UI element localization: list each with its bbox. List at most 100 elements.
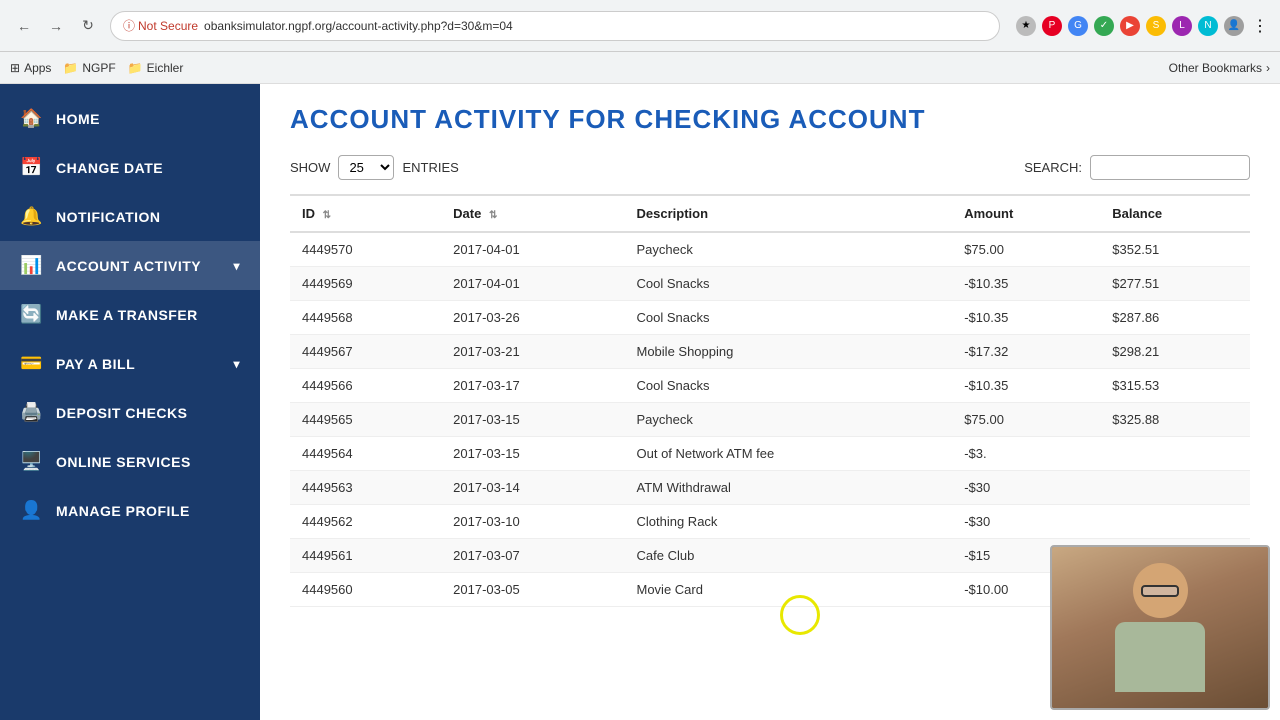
cell-description: Cafe Club <box>625 539 953 573</box>
ext-icon-2[interactable]: ✓ <box>1094 16 1114 36</box>
activity-icon: 📊 <box>20 255 42 276</box>
sidebar-item-online-services-label: ONLINE SERVICES <box>56 454 191 470</box>
person-shape <box>1115 563 1205 692</box>
cell-description: Out of Network ATM fee <box>625 437 953 471</box>
cell-id: 4449565 <box>290 403 441 437</box>
sidebar-item-notification[interactable]: 🔔 NOTIFICATION <box>0 192 260 241</box>
cell-id: 4449560 <box>290 573 441 607</box>
sidebar-item-account-activity-label: ACCOUNT ACTIVITY <box>56 258 201 274</box>
table-row: 4449563 2017-03-14 ATM Withdrawal -$30 <box>290 471 1250 505</box>
search-input[interactable] <box>1090 155 1250 180</box>
cell-balance: $298.21 <box>1100 335 1250 369</box>
table-row: 4449568 2017-03-26 Cool Snacks -$10.35 $… <box>290 301 1250 335</box>
sidebar-item-pay-bill-label: PAY A BILL <box>56 356 135 372</box>
table-header-row: ID ⇅ Date ⇅ Description Amount Balance <box>290 195 1250 232</box>
cell-id: 4449562 <box>290 505 441 539</box>
cell-amount: $75.00 <box>952 403 1100 437</box>
ext-icon-4[interactable]: S <box>1146 16 1166 36</box>
sidebar-item-manage-profile[interactable]: 👤 MANAGE PROFILE <box>0 486 260 535</box>
sidebar-item-change-date[interactable]: 📅 CHANGE DATE <box>0 143 260 192</box>
col-header-amount[interactable]: Amount <box>952 195 1100 232</box>
cell-id: 4449564 <box>290 437 441 471</box>
cell-description: Paycheck <box>625 232 953 267</box>
sidebar-item-manage-profile-label: MANAGE PROFILE <box>56 503 190 519</box>
col-header-balance[interactable]: Balance <box>1100 195 1250 232</box>
ext-icon-6[interactable]: N <box>1198 16 1218 36</box>
calendar-icon: 📅 <box>20 157 42 178</box>
video-person <box>1052 547 1268 708</box>
col-header-description[interactable]: Description <box>625 195 953 232</box>
cell-description: Mobile Shopping <box>625 335 953 369</box>
cell-amount: -$30 <box>952 505 1100 539</box>
cell-description: Cool Snacks <box>625 301 953 335</box>
browser-bar: ← → ↻ ⓘ Not Secure obanksimulator.ngpf.o… <box>0 0 1280 52</box>
ext-icon-5[interactable]: L <box>1172 16 1192 36</box>
glasses-shape <box>1141 585 1179 597</box>
cell-date: 2017-03-07 <box>441 539 624 573</box>
sort-icon-date: ⇅ <box>489 210 497 221</box>
home-icon: 🏠 <box>20 108 42 129</box>
cell-balance: $352.51 <box>1100 232 1250 267</box>
bookmarks-bar: ⊞ Apps 📁 NGPF 📁 Eichler Other Bookmarks … <box>0 52 1280 84</box>
chevron-icon-activity: ▾ <box>233 259 240 273</box>
sidebar-item-online-services[interactable]: 🖥️ ONLINE SERVICES <box>0 437 260 486</box>
address-bar[interactable]: ⓘ Not Secure obanksimulator.ngpf.org/acc… <box>110 11 1000 41</box>
bookmark-apps[interactable]: ⊞ Apps <box>10 61 51 75</box>
sidebar-item-home[interactable]: 🏠 HOME <box>0 94 260 143</box>
entries-label: ENTRIES <box>402 160 458 175</box>
cell-id: 4449568 <box>290 301 441 335</box>
cell-description: Clothing Rack <box>625 505 953 539</box>
lock-icon: ⓘ <box>123 17 135 34</box>
back-button[interactable]: ← <box>10 12 38 40</box>
table-row: 4449564 2017-03-15 Out of Network ATM fe… <box>290 437 1250 471</box>
cell-description: Cool Snacks <box>625 369 953 403</box>
sidebar: 🏠 HOME 📅 CHANGE DATE 🔔 NOTIFICATION 📊 AC… <box>0 84 260 720</box>
entries-select[interactable]: 25 10 50 100 <box>338 155 394 180</box>
profile-icon[interactable]: 👤 <box>1224 16 1244 36</box>
menu-icon[interactable]: ⋮ <box>1250 16 1270 36</box>
bookmark-ngpf[interactable]: 📁 NGPF <box>63 61 115 75</box>
cell-description: Paycheck <box>625 403 953 437</box>
cell-id: 4449567 <box>290 335 441 369</box>
sidebar-item-home-label: HOME <box>56 111 100 127</box>
sidebar-item-make-transfer[interactable]: 🔄 MAKE A TRANSFER <box>0 290 260 339</box>
cell-date: 2017-03-15 <box>441 437 624 471</box>
ext-icon-1[interactable]: G <box>1068 16 1088 36</box>
sidebar-item-deposit-checks[interactable]: 🖨️ DEPOSIT CHECKS <box>0 388 260 437</box>
sidebar-item-pay-bill[interactable]: 💳 PAY A BILL ▾ <box>0 339 260 388</box>
cell-balance: $315.53 <box>1100 369 1250 403</box>
cell-date: 2017-03-14 <box>441 471 624 505</box>
cell-date: 2017-03-17 <box>441 369 624 403</box>
cell-date: 2017-03-05 <box>441 573 624 607</box>
profile-nav-icon: 👤 <box>20 500 42 521</box>
search-area: SEARCH: <box>1024 155 1250 180</box>
folder-icon-eichler: 📁 <box>128 61 143 75</box>
table-row: 4449565 2017-03-15 Paycheck $75.00 $325.… <box>290 403 1250 437</box>
cell-date: 2017-04-01 <box>441 232 624 267</box>
sidebar-item-notification-label: NOTIFICATION <box>56 209 161 225</box>
sidebar-item-account-activity[interactable]: 📊 ACCOUNT ACTIVITY ▾ <box>0 241 260 290</box>
cell-description: Cool Snacks <box>625 267 953 301</box>
bookmark-other[interactable]: Other Bookmarks › <box>1169 61 1270 75</box>
col-header-id[interactable]: ID ⇅ <box>290 195 441 232</box>
not-secure-indicator: ⓘ Not Secure <box>123 17 198 34</box>
cell-id: 4449561 <box>290 539 441 573</box>
table-row: 4449569 2017-04-01 Cool Snacks -$10.35 $… <box>290 267 1250 301</box>
cell-description: Movie Card <box>625 573 953 607</box>
table-row: 4449566 2017-03-17 Cool Snacks -$10.35 $… <box>290 369 1250 403</box>
ext-icon-3[interactable]: ▶ <box>1120 16 1140 36</box>
table-controls: SHOW 25 10 50 100 ENTRIES SEARCH: <box>290 155 1250 180</box>
col-header-date[interactable]: Date ⇅ <box>441 195 624 232</box>
star-icon[interactable]: ★ <box>1016 16 1036 36</box>
forward-button[interactable]: → <box>42 12 70 40</box>
chevron-down-icon: › <box>1266 61 1270 75</box>
cell-date: 2017-03-15 <box>441 403 624 437</box>
page-title: ACCOUNT ACTIVITY FOR CHECKING ACCOUNT <box>290 104 1250 135</box>
pinterest-icon[interactable]: P <box>1042 16 1062 36</box>
table-row: 4449562 2017-03-10 Clothing Rack -$30 <box>290 505 1250 539</box>
person-head <box>1133 563 1188 618</box>
cell-amount: -$3. <box>952 437 1100 471</box>
reload-button[interactable]: ↻ <box>74 12 102 40</box>
cell-balance: $325.88 <box>1100 403 1250 437</box>
bookmark-eichler[interactable]: 📁 Eichler <box>128 61 184 75</box>
